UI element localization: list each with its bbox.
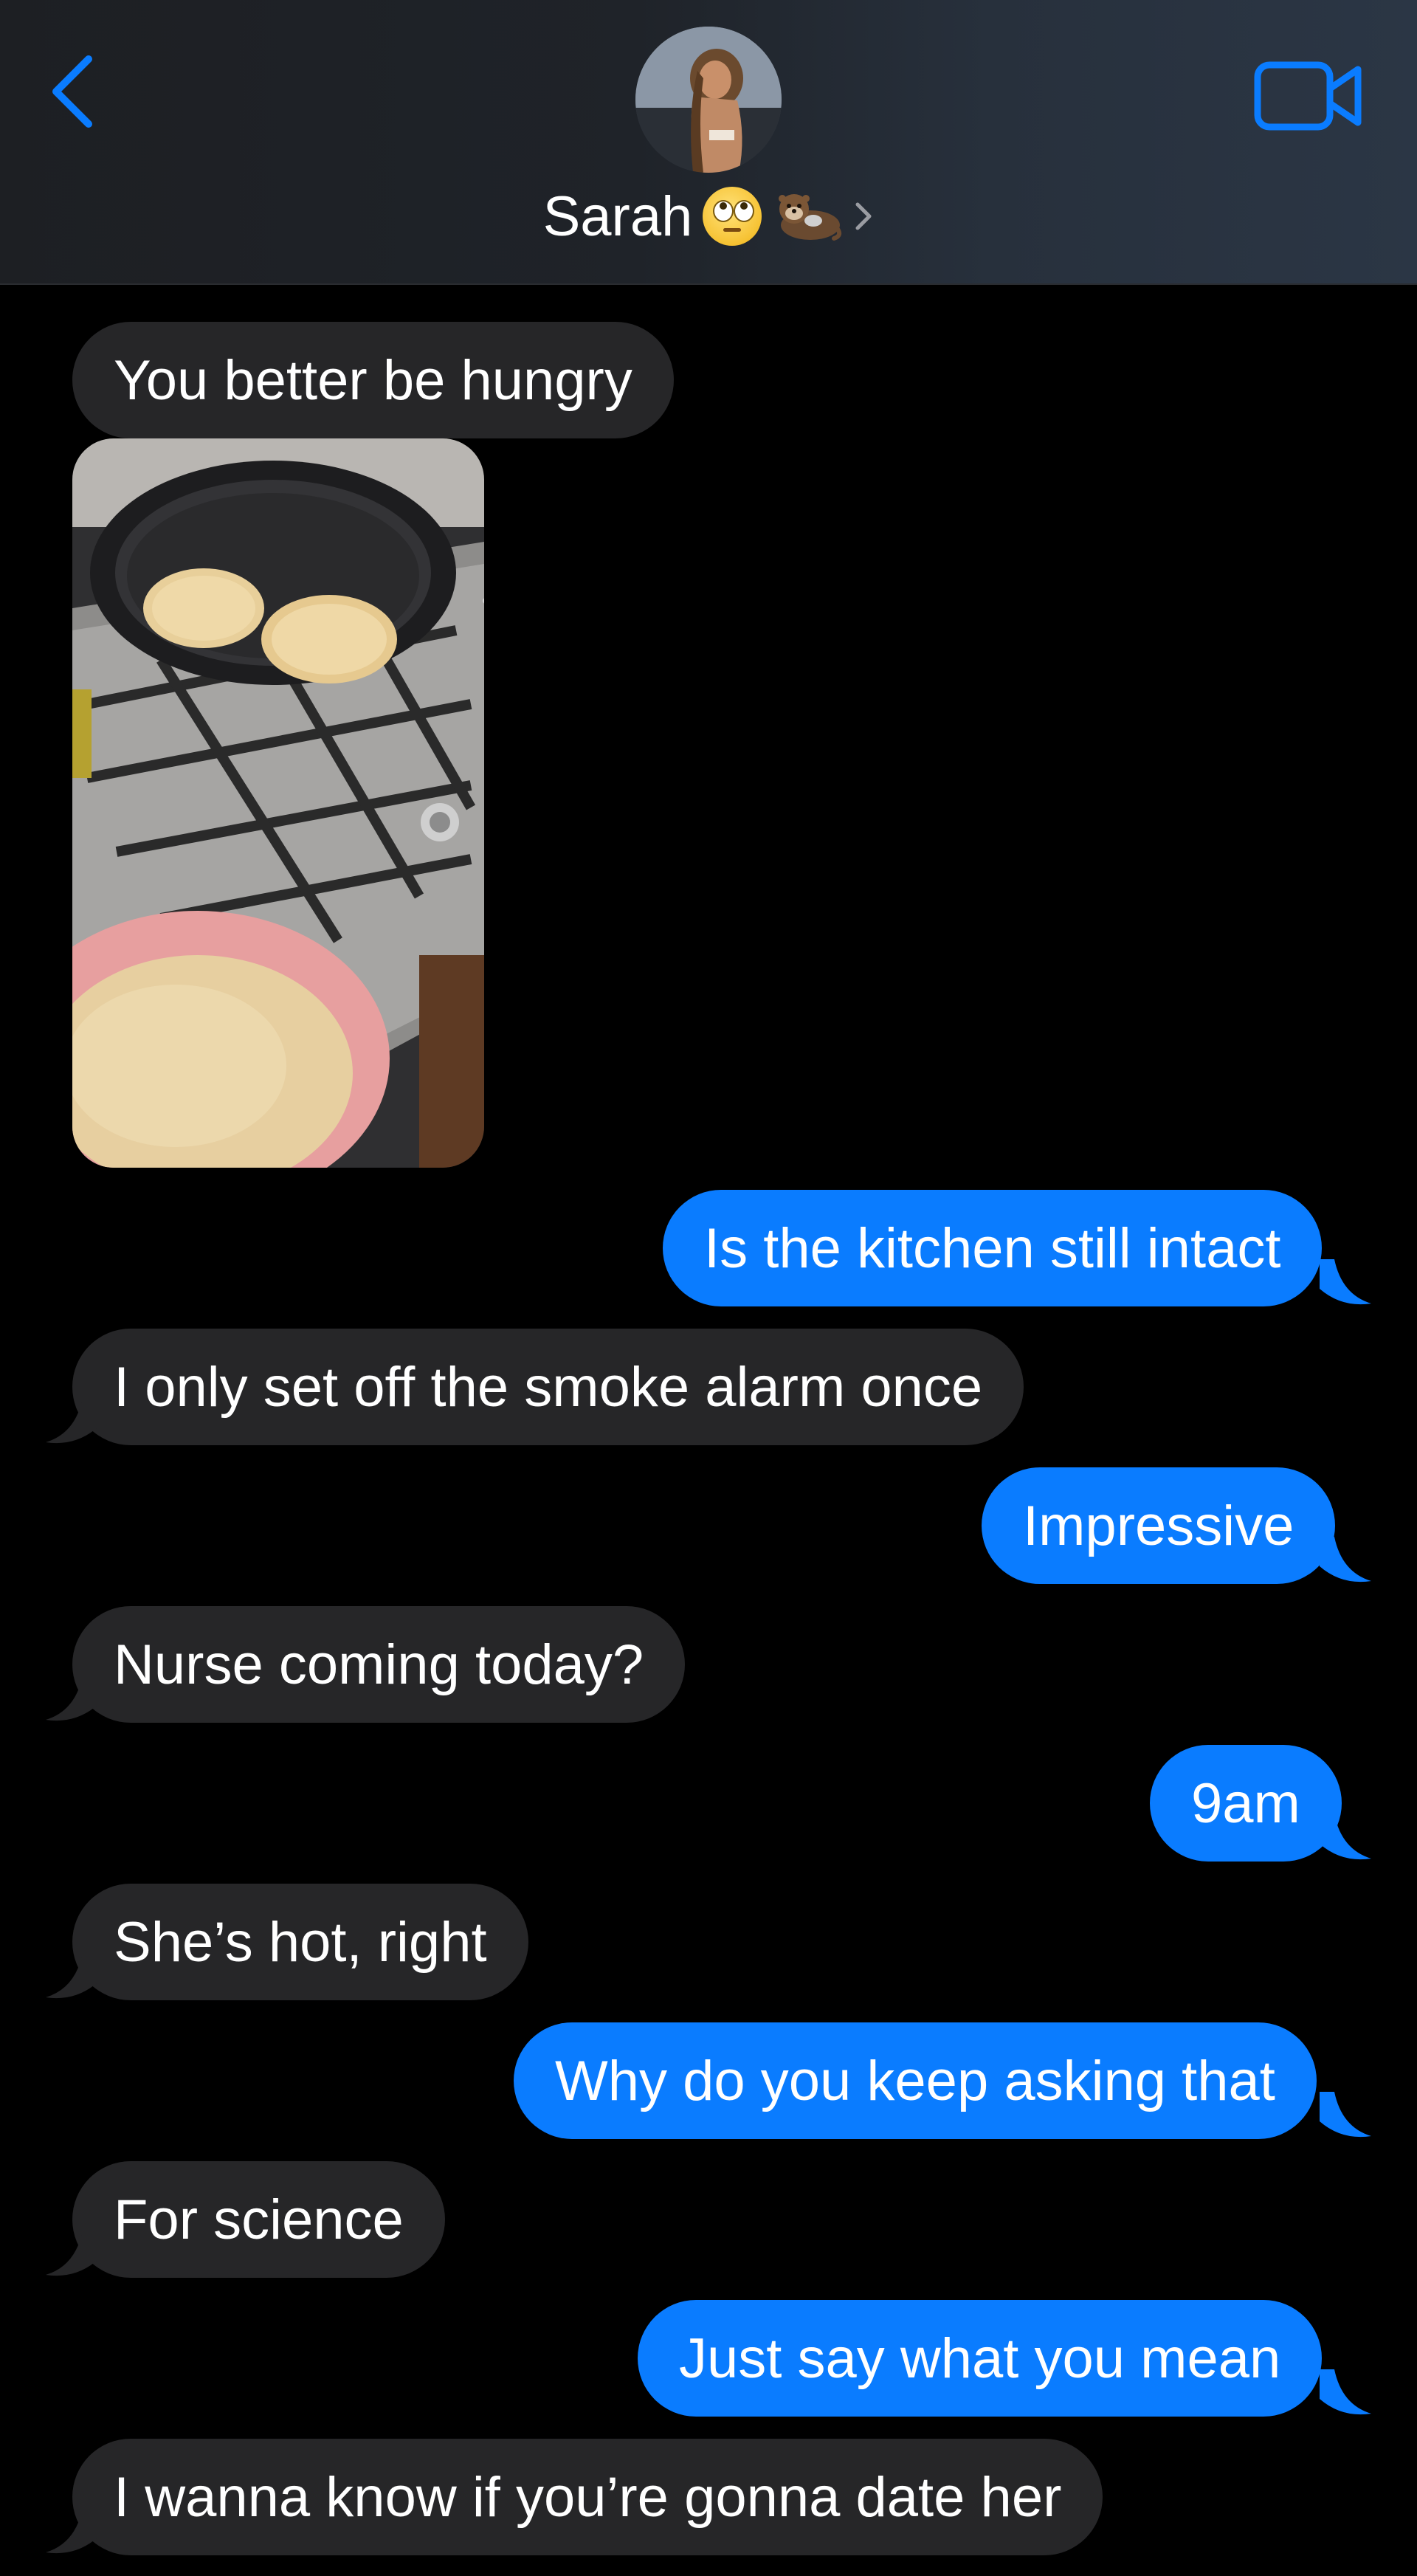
- bubble-tail: [46, 1953, 97, 1999]
- bubble-tail: [1320, 1259, 1371, 1305]
- message-text: I only set off the smoke alarm once: [114, 1355, 983, 1419]
- message-bubble-incoming[interactable]: Nurse coming today?: [72, 1606, 686, 1723]
- message-bubble-outgoing[interactable]: Just say what you mean: [638, 2300, 1323, 2417]
- contact-name: Sarah: [542, 185, 693, 248]
- message-bubble-outgoing[interactable]: 9am: [1150, 1745, 1342, 1862]
- message-bubble-outgoing[interactable]: Why do you keep asking that: [514, 2022, 1317, 2139]
- chevron-right-icon: [855, 202, 872, 230]
- video-call-button[interactable]: [1253, 59, 1364, 133]
- message-bubble-incoming[interactable]: I wanna know if you’re gonna date her: [72, 2439, 1103, 2555]
- bubble-tail: [1320, 2092, 1371, 2138]
- bubble-tail: [1320, 2369, 1371, 2415]
- message-text: She’s hot, right: [114, 1910, 487, 1974]
- message-bubble-outgoing[interactable]: Impressive: [982, 1467, 1336, 1584]
- video-camera-icon: [1254, 61, 1362, 131]
- message-text: You better be hungry: [114, 348, 632, 412]
- otter-emoji: [779, 194, 842, 241]
- bubble-tail: [46, 2508, 97, 2554]
- bubble-tail: [1320, 1814, 1371, 1860]
- message-text: Nurse coming today?: [114, 1633, 644, 1696]
- message-text: 9am: [1191, 1771, 1300, 1835]
- avatar-photo: [635, 27, 782, 173]
- message-text: Why do you keep asking that: [555, 2049, 1275, 2112]
- contact-avatar[interactable]: [635, 27, 782, 173]
- face-with-rolling-eyes-emoji: [703, 187, 762, 246]
- bubble-tail: [46, 1676, 97, 1721]
- bubble-tail: [1320, 1537, 1371, 1583]
- message-text: Just say what you mean: [679, 2327, 1281, 2390]
- message-text: For science: [114, 2188, 404, 2251]
- bubble-tail: [46, 1398, 97, 1444]
- message-bubble-incoming[interactable]: For science: [72, 2161, 445, 2278]
- photo-message[interactable]: [72, 438, 484, 1168]
- message-bubble-incoming[interactable]: She’s hot, right: [72, 1884, 528, 2000]
- back-button[interactable]: [44, 47, 103, 136]
- chevron-left-icon: [52, 55, 92, 128]
- message-bubble-incoming[interactable]: You better be hungry: [72, 322, 674, 438]
- conversation-header: Sarah: [0, 0, 1417, 285]
- message-bubble-incoming[interactable]: I only set off the smoke alarm once: [72, 1329, 1024, 1445]
- message-text: I wanna know if you’re gonna date her: [114, 2465, 1062, 2529]
- bubble-tail: [46, 2231, 97, 2276]
- message-bubble-outgoing[interactable]: Is the kitchen still intact: [663, 1190, 1323, 1306]
- message-text: Impressive: [1023, 1494, 1294, 1557]
- pancakes-in-pan-photo: [72, 438, 484, 1168]
- message-text: Is the kitchen still intact: [704, 1216, 1281, 1280]
- contact-name-row[interactable]: Sarah: [0, 183, 1417, 249]
